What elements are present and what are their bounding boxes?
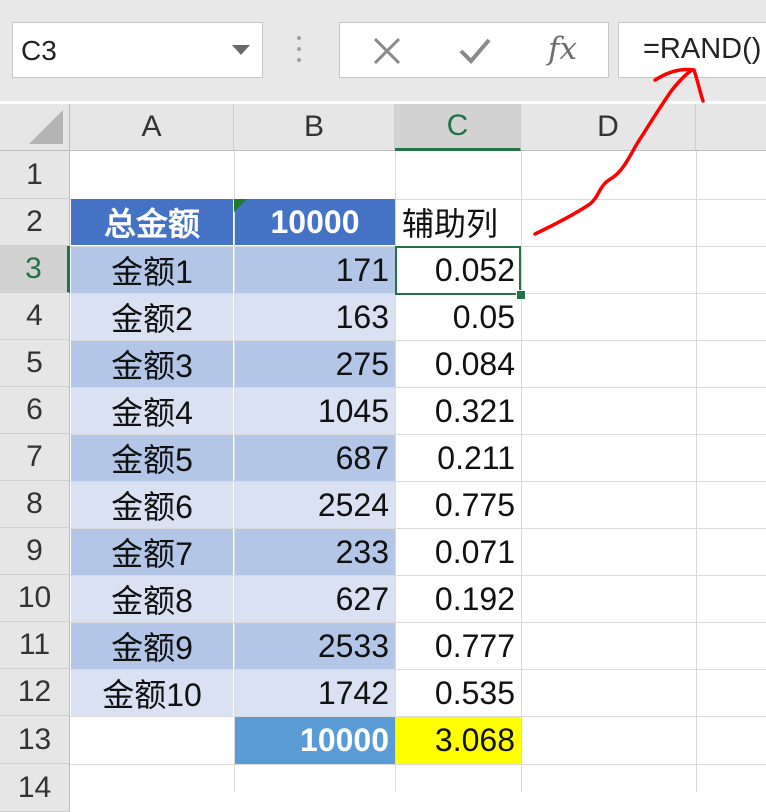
annotation-arrow-icon [533,67,705,236]
